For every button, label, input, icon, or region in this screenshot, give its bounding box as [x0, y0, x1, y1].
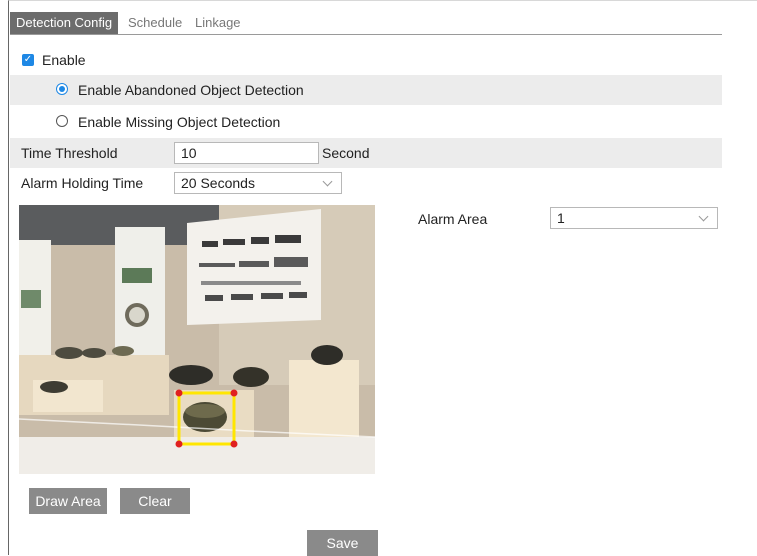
tab-linkage[interactable]: Linkage [195, 12, 241, 34]
missing-detection-radio[interactable] [56, 115, 68, 127]
clear-button[interactable]: Clear [120, 488, 190, 514]
time-threshold-input[interactable] [174, 142, 319, 164]
missing-detection-label: Enable Missing Object Detection [78, 114, 281, 130]
abandoned-detection-radio[interactable] [56, 83, 68, 95]
alarm-area-select[interactable]: 1 [550, 207, 718, 229]
area-handle[interactable] [230, 389, 238, 397]
chevron-down-icon [698, 211, 709, 222]
abandoned-detection-row: Enable Abandoned Object Detection [10, 75, 722, 105]
tab-schedule[interactable]: Schedule [128, 12, 182, 34]
alarm-area-value: 1 [557, 210, 565, 226]
alarm-holding-row: Alarm Holding Time 20 Seconds [10, 168, 722, 198]
tab-detection-config[interactable]: Detection Config [10, 12, 119, 34]
abandoned-detection-label: Enable Abandoned Object Detection [78, 82, 304, 98]
alarm-holding-label: Alarm Holding Time [21, 175, 144, 191]
time-threshold-label: Time Threshold [21, 145, 118, 161]
camera-preview[interactable] [19, 205, 375, 474]
chevron-down-icon [322, 176, 333, 187]
save-button[interactable]: Save [307, 530, 378, 556]
tab-bar: Detection Config Schedule Linkage [10, 12, 722, 35]
enable-label: Enable [42, 52, 86, 68]
missing-detection-row: Enable Missing Object Detection [10, 107, 722, 137]
alarm-area-overlay[interactable] [19, 205, 375, 474]
area-handle[interactable] [175, 389, 183, 397]
enable-row: ✓ Enable [10, 45, 722, 75]
enable-checkbox[interactable]: ✓ [22, 54, 34, 66]
check-icon: ✓ [23, 54, 33, 65]
alarm-holding-value: 20 Seconds [181, 175, 255, 191]
time-threshold-row: Time Threshold Second [10, 138, 722, 168]
alarm-holding-select[interactable]: 20 Seconds [174, 172, 342, 194]
area-handle[interactable] [175, 440, 183, 448]
draw-area-button[interactable]: Draw Area [29, 488, 107, 514]
area-handle[interactable] [230, 440, 238, 448]
time-threshold-unit: Second [322, 145, 370, 161]
alarm-area-label: Alarm Area [418, 211, 488, 227]
